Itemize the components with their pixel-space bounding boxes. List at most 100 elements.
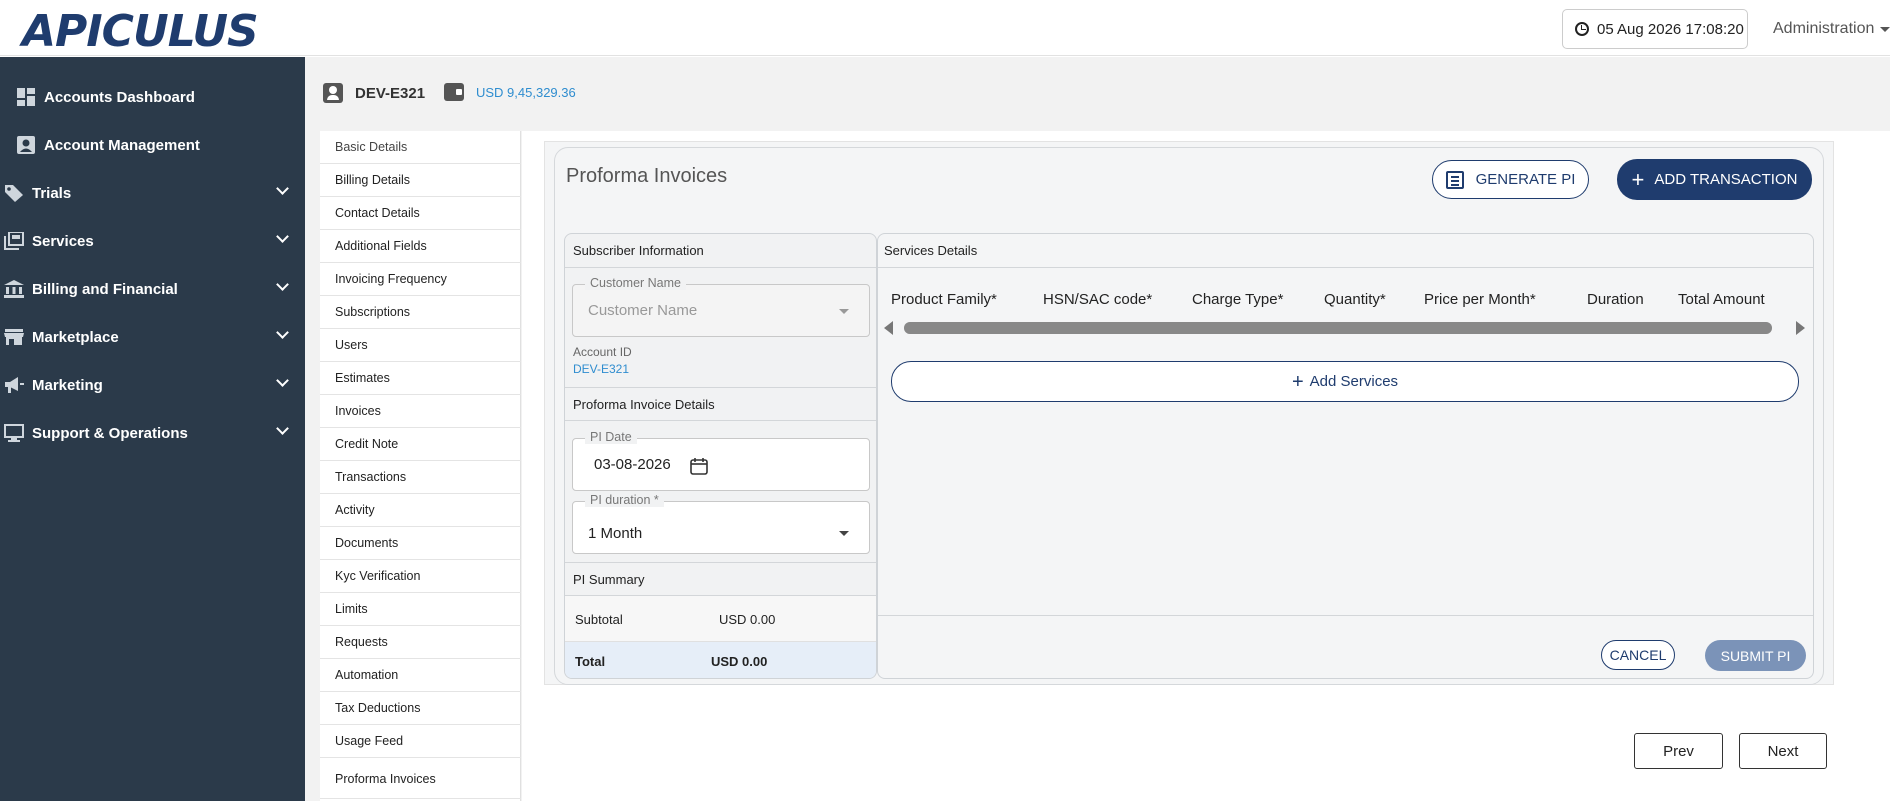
services-panel: Services Details Product Family* HSN/SAC… (877, 233, 1814, 679)
customer-name-placeholder: Customer Name (588, 302, 698, 319)
sidebar-item-label: Marketplace (32, 328, 119, 346)
document-list-icon (1445, 170, 1464, 189)
account-id-link[interactable]: DEV-E321 (573, 362, 629, 376)
nav-item-invoices[interactable]: Invoices (320, 395, 521, 428)
administration-menu[interactable]: Administration (1773, 20, 1890, 38)
datetime-display: 05 Aug 2026 17:08:20 (1562, 9, 1748, 49)
chevron-down-icon (276, 422, 289, 435)
sidebar-item-label: Accounts Dashboard (44, 88, 195, 106)
nav-item-invoicing-frequency[interactable]: Invoicing Frequency (320, 263, 521, 296)
pi-date-value: 03-08-2026 (594, 456, 671, 473)
pi-duration-legend: PI duration * (585, 493, 664, 507)
subtotal-label: Subtotal (575, 612, 623, 627)
megaphone-icon (4, 376, 24, 394)
nav-item-additional-fields[interactable]: Additional Fields (320, 230, 521, 263)
nav-item-basic-details[interactable]: Basic Details (320, 131, 521, 164)
apiculus-logo[interactable]: APICULUS (22, 6, 259, 57)
cancel-button[interactable]: CANCEL (1601, 640, 1675, 670)
total-label: Total (575, 654, 606, 669)
tag-icon (4, 184, 24, 202)
nav-item-estimates[interactable]: Estimates (320, 362, 521, 395)
plus-icon: + (1291, 370, 1304, 393)
subtotal-row: Subtotal USD 0.00 (565, 596, 876, 642)
nav-item-proforma-invoices[interactable]: Proforma Invoices (320, 759, 521, 799)
add-transaction-label: ADD TRANSACTION (1654, 171, 1798, 188)
column-header-charge-type: Charge Type* (1192, 291, 1284, 308)
account-nav-menu: Basic Details Billing Details Contact De… (320, 131, 521, 801)
nav-item-billing-details[interactable]: Billing Details (320, 164, 521, 197)
nav-item-contact-details[interactable]: Contact Details (320, 197, 521, 230)
sidebar-item-account-management[interactable]: Account Management (0, 123, 305, 167)
add-services-label: Add Services (1309, 373, 1399, 390)
left-form-panel: Subscriber Information Customer Name Cus… (564, 233, 877, 679)
nav-item-limits[interactable]: Limits (320, 593, 521, 626)
nav-item-credit-note[interactable]: Credit Note (320, 428, 521, 461)
sidebar-item-trials[interactable]: Trials (0, 171, 305, 215)
wallet-icon (444, 83, 464, 101)
customer-name-field[interactable]: Customer Name Customer Name (572, 276, 870, 337)
column-header-total-amount: Total Amount (1678, 291, 1765, 308)
subtotal-value: USD 0.00 (719, 612, 776, 627)
horizontal-scrollbar[interactable] (904, 322, 1772, 334)
top-header: APICULUS 05 Aug 2026 17:08:20 Administra… (0, 0, 1890, 57)
chevron-down-icon (276, 182, 289, 195)
page-title: Proforma Invoices (566, 165, 728, 187)
nav-item-subscriptions[interactable]: Subscriptions (320, 296, 521, 329)
scrollbar-thumb[interactable] (904, 322, 1772, 334)
generate-pi-button[interactable]: GENERATE PI (1432, 160, 1589, 199)
sidebar-item-support-operations[interactable]: Support & Operations (0, 411, 305, 455)
clock-icon (1575, 22, 1589, 36)
prev-button[interactable]: Prev (1634, 733, 1723, 769)
sidebar-item-marketing[interactable]: Marketing (0, 363, 305, 407)
customer-name-legend: Customer Name (585, 276, 686, 290)
scroll-right-arrow-icon[interactable] (1796, 321, 1805, 335)
caret-down-icon (1880, 26, 1890, 32)
sidebar-item-label: Account Management (44, 136, 200, 154)
generate-pi-label: GENERATE PI (1475, 171, 1576, 188)
pi-duration-select[interactable]: PI duration * 1 Month (572, 493, 870, 554)
sidebar-item-services[interactable]: Services (0, 219, 305, 263)
chevron-down-icon (276, 326, 289, 339)
dashboard-icon (16, 88, 36, 106)
pi-date-field[interactable]: PI Date 03-08-2026 (572, 430, 870, 491)
column-header-quantity: Quantity* (1324, 291, 1386, 308)
sidebar-item-accounts-dashboard[interactable]: Accounts Dashboard (0, 75, 305, 119)
sidebar-item-label: Services (32, 232, 94, 250)
pi-summary-section-title: PI Summary (565, 562, 876, 596)
caret-down-icon (839, 309, 849, 314)
pi-date-legend: PI Date (585, 430, 637, 444)
chevron-down-icon (276, 278, 289, 291)
nav-item-usage-feed[interactable]: Usage Feed (320, 725, 521, 758)
sidebar-item-label: Billing and Financial (32, 280, 178, 298)
nav-item-tax-deductions[interactable]: Tax Deductions (320, 692, 521, 725)
pi-duration-value: 1 Month (588, 525, 643, 542)
account-bar: DEV-E321 USD 9,45,329.36 (305, 57, 1890, 131)
datetime-text: 05 Aug 2026 17:08:20 (1597, 20, 1744, 38)
sidebar-item-marketplace[interactable]: Marketplace (0, 315, 305, 359)
nav-item-kyc-verification[interactable]: Kyc Verification (320, 560, 521, 593)
plus-icon: + (1631, 166, 1645, 192)
subscriber-section-title: Subscriber Information (565, 234, 876, 268)
next-button[interactable]: Next (1739, 733, 1827, 769)
submit-pi-button[interactable]: SUBMIT PI (1705, 640, 1806, 671)
sidebar-item-label: Support & Operations (32, 424, 188, 442)
nav-item-users[interactable]: Users (320, 329, 521, 362)
calendar-icon[interactable] (690, 457, 708, 480)
scroll-left-arrow-icon[interactable] (884, 321, 893, 335)
sidebar-item-label: Trials (32, 184, 72, 202)
nav-item-transactions[interactable]: Transactions (320, 461, 521, 494)
add-transaction-button[interactable]: + ADD TRANSACTION (1617, 159, 1812, 200)
nav-item-activity[interactable]: Activity (320, 494, 521, 527)
nav-item-requests[interactable]: Requests (320, 626, 521, 659)
add-services-button[interactable]: + Add Services (891, 361, 1799, 402)
monitor-icon (4, 424, 24, 442)
services-footer-divider (878, 615, 1813, 616)
nav-item-automation[interactable]: Automation (320, 659, 521, 692)
store-icon (4, 328, 24, 346)
account-id-label: Account ID (573, 345, 632, 359)
nav-item-documents[interactable]: Documents (320, 527, 521, 560)
account-icon (323, 83, 343, 103)
sidebar-item-billing-and-financial[interactable]: Billing and Financial (0, 267, 305, 311)
wallet-balance-text[interactable]: USD 9,45,329.36 (476, 85, 576, 100)
person-icon (16, 136, 36, 154)
